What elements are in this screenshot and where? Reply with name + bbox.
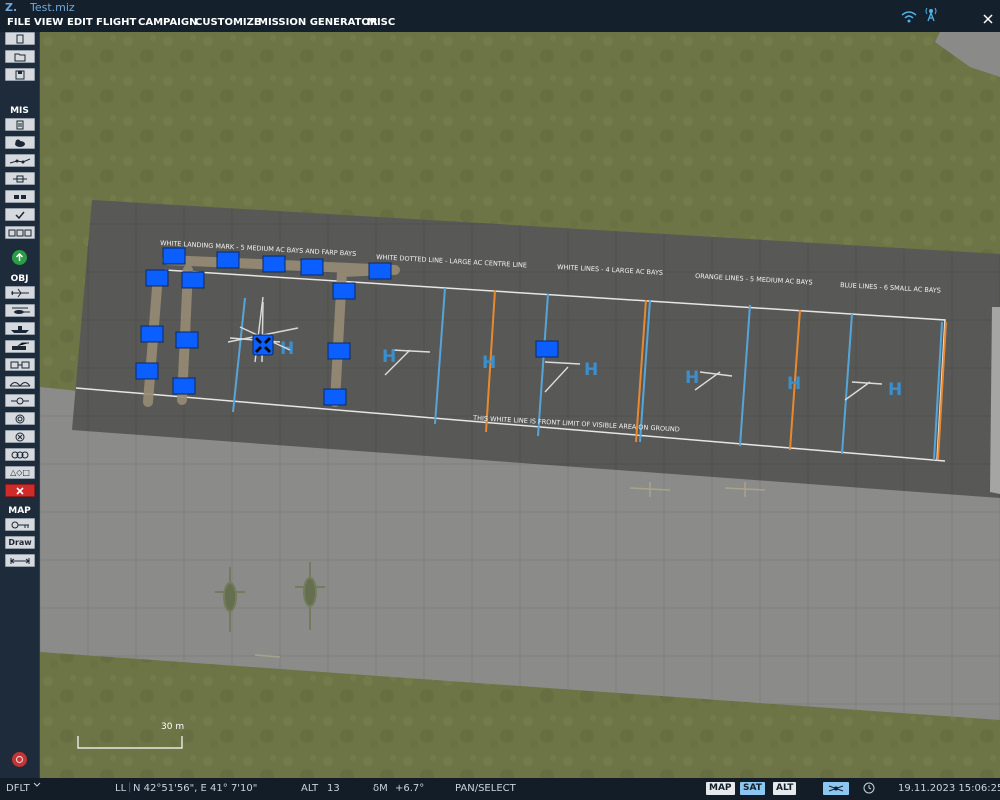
cursor-coords: N 42°51'56", E 41° 7'10": [133, 783, 258, 794]
static-object-marker[interactable]: [327, 342, 351, 360]
menu-file[interactable]: FILE: [7, 17, 31, 28]
static-object-marker[interactable]: [368, 262, 392, 280]
camera-icon[interactable]: [823, 782, 849, 795]
chevron-down-icon[interactable]: [33, 781, 41, 792]
alt-value: 13: [327, 783, 340, 794]
mission-file-name: Test.miz: [30, 1, 75, 14]
ship-icon[interactable]: [5, 322, 35, 335]
static-object-marker[interactable]: [535, 340, 559, 358]
static-object-marker[interactable]: [140, 325, 164, 343]
helipad-mark: H: [584, 360, 598, 380]
menu-misc[interactable]: MISC: [367, 17, 395, 28]
menu-campaign[interactable]: CAMPAIGN: [138, 17, 197, 28]
divider: |: [128, 782, 132, 793]
static-object-marker[interactable]: [172, 377, 196, 395]
timer-icon[interactable]: [862, 781, 876, 798]
mis-section-label: MIS: [10, 106, 29, 116]
alt-label: ALT: [301, 783, 319, 794]
open-folder-icon[interactable]: [5, 50, 35, 63]
weather-icon[interactable]: [5, 136, 35, 149]
flag-icon[interactable]: [5, 190, 35, 203]
static-object-marker[interactable]: [323, 388, 347, 406]
coord-mode[interactable]: LL: [115, 783, 126, 794]
map-section-label: MAP: [8, 506, 31, 516]
static-object-marker[interactable]: [262, 255, 286, 273]
magvar-label: δM: [373, 783, 388, 794]
antenna-icon[interactable]: [925, 6, 937, 24]
trigger-zone-icon[interactable]: [5, 154, 35, 167]
helipad-mark: H: [787, 374, 801, 394]
close-icon[interactable]: [983, 9, 993, 27]
menu-edit[interactable]: EDIT: [67, 17, 93, 28]
briefing-icon[interactable]: [5, 118, 35, 131]
wifi-icon[interactable]: [901, 8, 917, 26]
measure-icon[interactable]: [5, 554, 35, 567]
map-layer-alt-button[interactable]: ALT: [773, 782, 797, 795]
new-file-icon[interactable]: [5, 32, 35, 45]
waypoint-icon[interactable]: [5, 172, 35, 185]
delete-icon[interactable]: [5, 484, 35, 497]
delete-object-icon[interactable]: [5, 430, 35, 443]
map-view[interactable]: H H H H H H H WHITE LANDING MARK - 5 MED…: [40, 32, 1000, 778]
vehicle-icon[interactable]: [5, 340, 35, 353]
route-icon[interactable]: [5, 226, 35, 239]
static-object-icon[interactable]: [5, 358, 35, 371]
helipad-mark: H: [382, 347, 396, 367]
save-icon[interactable]: [5, 68, 35, 81]
static-object-marker[interactable]: [162, 247, 186, 265]
bridge-icon[interactable]: [5, 376, 35, 389]
static-object-marker[interactable]: [135, 362, 159, 380]
magvar-value: +6.7°: [395, 783, 425, 794]
static-object-marker[interactable]: [216, 251, 240, 269]
obj-section-label: OBJ: [10, 274, 29, 284]
status-bar: DFLT LL | N 42°51'56", E 41° 7'10" ALT 1…: [0, 778, 1000, 800]
draw-button[interactable]: Draw: [5, 536, 35, 549]
map-layer-map-button[interactable]: MAP: [706, 782, 735, 795]
static-object-marker[interactable]: [332, 282, 356, 300]
mission-datetime: 19.11.2023 15:06:25: [898, 783, 1000, 794]
group-icon[interactable]: [5, 448, 35, 461]
helipad-mark: H: [482, 353, 496, 373]
map-layer-sat-button[interactable]: SAT: [740, 782, 765, 795]
helipad-mark: H: [888, 380, 902, 400]
satellite-map[interactable]: H H H H H H H WHITE LANDING MARK - 5 MED…: [40, 32, 1000, 778]
static-object-marker[interactable]: [175, 331, 199, 349]
ruler-icon[interactable]: [5, 518, 35, 531]
menu-bar: FILE VIEW EDIT FLIGHT CAMPAIGN CUSTOMIZE…: [0, 14, 1000, 32]
app-logo: Z.: [5, 1, 18, 14]
menu-flight[interactable]: FLIGHT: [96, 17, 136, 28]
tool-mode: PAN/SELECT: [455, 783, 516, 794]
target-icon[interactable]: [5, 394, 35, 407]
radius-icon[interactable]: [5, 412, 35, 425]
scale-label: 30 m: [161, 722, 185, 732]
title-bar: Z. Test.miz: [0, 0, 1000, 14]
left-toolbar: MIS OBJ △◇□ MAP Draw: [0, 32, 40, 778]
helicopter-icon[interactable]: [5, 304, 35, 317]
profile-selector[interactable]: DFLT: [6, 783, 30, 794]
static-object-marker[interactable]: [145, 269, 169, 287]
menu-customize[interactable]: CUSTOMIZE: [195, 17, 261, 28]
helipad-mark: H: [685, 368, 699, 388]
dcs-logo-icon[interactable]: [12, 752, 27, 767]
airplane-icon[interactable]: [5, 286, 35, 299]
static-object-marker[interactable]: [300, 258, 324, 276]
menu-view[interactable]: VIEW: [34, 17, 63, 28]
shapes-icon[interactable]: △◇□: [5, 466, 35, 479]
go-arrow-icon[interactable]: [12, 250, 27, 265]
shapes-label: △◇□: [10, 468, 30, 477]
menu-mission-generator[interactable]: MISSION GENERATOR: [258, 17, 378, 28]
draw-label: Draw: [8, 538, 32, 547]
check-icon[interactable]: [5, 208, 35, 221]
static-object-marker[interactable]: [181, 271, 205, 289]
